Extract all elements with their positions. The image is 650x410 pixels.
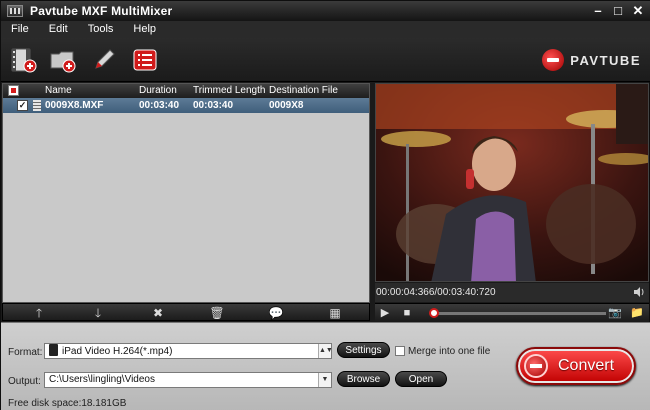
preview-frame-image bbox=[376, 84, 648, 281]
pavtube-logo-icon bbox=[542, 49, 565, 71]
free-disk-space: Free disk space:18.181GB bbox=[8, 398, 127, 409]
time-bar: 00:00:04:366/00:03:40:720 bbox=[375, 283, 649, 302]
pavtube-logo: PAVTUBE bbox=[542, 49, 641, 71]
snapshot-icon[interactable]: 📷 bbox=[608, 306, 622, 320]
chevron-down-icon[interactable]: ▼ bbox=[318, 373, 331, 387]
menu-file[interactable]: File bbox=[1, 21, 39, 38]
row-trimmed: 00:03:40 bbox=[193, 100, 234, 111]
video-file-icon bbox=[33, 100, 41, 111]
row-checkbox[interactable]: ✓ bbox=[17, 100, 28, 111]
window-title: Pavtube MXF MultiMixer bbox=[30, 4, 173, 18]
seek-bar[interactable] bbox=[430, 312, 606, 315]
browse-button[interactable]: Browse bbox=[337, 371, 390, 387]
file-list: Name Duration Trimmed Length Destination… bbox=[2, 83, 370, 303]
remove-icon[interactable]: ✖ bbox=[150, 305, 166, 321]
delete-all-icon[interactable]: 🗑 bbox=[209, 305, 225, 321]
seek-handle[interactable] bbox=[428, 308, 439, 318]
column-trimmed-length[interactable]: Trimmed Length bbox=[193, 85, 265, 96]
chevron-updown-icon[interactable]: ▲▼ bbox=[318, 344, 333, 358]
app-window: Pavtube MXF MultiMixer – □ ✕ File Edit T… bbox=[0, 0, 650, 410]
column-name[interactable]: Name bbox=[45, 85, 72, 96]
row-destination: 0009X8 bbox=[269, 100, 304, 111]
merge-label: Merge into one file bbox=[408, 346, 491, 357]
playback-time: 00:00:04:366/00:03:40:720 bbox=[376, 287, 496, 298]
move-up-icon[interactable]: 🡑 bbox=[31, 305, 47, 321]
playback-controls: ▶ ■ 📷 📁 bbox=[375, 303, 649, 321]
merge-icon[interactable]: ▦ bbox=[327, 305, 343, 321]
ipad-icon bbox=[49, 344, 58, 356]
main-toolbar: PAVTUBE bbox=[1, 38, 650, 82]
edit-pencil-icon[interactable] bbox=[90, 46, 118, 74]
play-icon[interactable]: ▶ bbox=[378, 306, 392, 320]
subtitle-icon[interactable]: 💬 bbox=[268, 305, 284, 321]
convert-label: Convert bbox=[558, 357, 615, 374]
menu-edit[interactable]: Edit bbox=[39, 21, 78, 38]
add-video-icon[interactable] bbox=[10, 46, 38, 74]
video-preview bbox=[375, 83, 649, 282]
window-controls: – □ ✕ bbox=[589, 2, 647, 19]
format-value: iPad Video H.264(*.mp4) bbox=[62, 346, 173, 357]
minimize-button[interactable]: – bbox=[589, 2, 607, 19]
logo-text: PAVTUBE bbox=[570, 52, 641, 68]
merge-checkbox[interactable] bbox=[395, 346, 405, 356]
menu-tools[interactable]: Tools bbox=[78, 21, 124, 38]
open-button[interactable]: Open bbox=[395, 371, 447, 387]
maximize-button[interactable]: □ bbox=[609, 2, 627, 19]
settings-button[interactable]: Settings bbox=[337, 342, 390, 358]
output-path-value: C:\Users\lingling\Videos bbox=[49, 374, 155, 385]
move-down-icon[interactable]: 🡓 bbox=[90, 305, 106, 321]
task-list-icon[interactable] bbox=[131, 46, 159, 74]
format-label: Format: bbox=[8, 347, 43, 358]
add-folder-icon[interactable] bbox=[49, 46, 77, 74]
table-row[interactable]: ✓ 0009X8.MXF 00:03:40 00:03:40 0009X8 bbox=[3, 98, 369, 113]
convert-icon bbox=[524, 354, 548, 378]
app-logo-icon bbox=[7, 5, 23, 17]
close-button[interactable]: ✕ bbox=[629, 2, 647, 19]
title-bar: Pavtube MXF MultiMixer – □ ✕ bbox=[1, 1, 650, 21]
format-select[interactable]: iPad Video H.264(*.mp4) ▲▼ bbox=[44, 343, 333, 359]
row-name: 0009X8.MXF bbox=[45, 100, 104, 111]
column-duration[interactable]: Duration bbox=[139, 85, 177, 96]
open-folder-icon[interactable]: 📁 bbox=[630, 306, 644, 320]
row-duration: 00:03:40 bbox=[139, 100, 180, 111]
file-list-header: Name Duration Trimmed Length Destination… bbox=[3, 84, 369, 98]
volume-icon[interactable] bbox=[633, 286, 645, 298]
menu-help[interactable]: Help bbox=[123, 21, 166, 38]
select-all-checkbox[interactable] bbox=[8, 85, 19, 96]
list-toolbar: 🡑 🡓 ✖ 🗑 💬 ▦ bbox=[2, 303, 370, 321]
stop-icon[interactable]: ■ bbox=[400, 306, 414, 320]
column-destination-file[interactable]: Destination File bbox=[269, 85, 338, 96]
output-label: Output: bbox=[8, 376, 41, 387]
menu-bar: File Edit Tools Help bbox=[1, 21, 650, 38]
output-path-field[interactable]: C:\Users\lingling\Videos ▼ bbox=[44, 372, 332, 388]
convert-button[interactable]: Convert bbox=[516, 347, 636, 385]
